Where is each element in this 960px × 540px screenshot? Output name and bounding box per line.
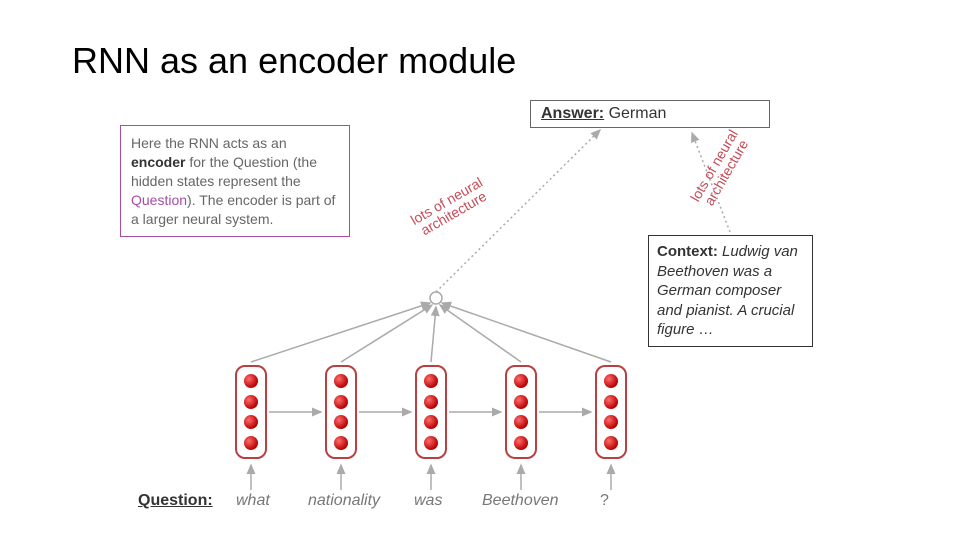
answer-text: German bbox=[609, 105, 667, 122]
hidden-unit bbox=[244, 374, 258, 388]
rnn-cell-4 bbox=[505, 365, 537, 459]
hidden-unit bbox=[334, 374, 348, 388]
hidden-unit bbox=[334, 436, 348, 450]
gather-node bbox=[430, 292, 442, 304]
token-what: what bbox=[236, 492, 270, 510]
token-nationality: nationality bbox=[308, 492, 380, 510]
arrow-up-4 bbox=[440, 305, 521, 362]
hidden-unit bbox=[424, 436, 438, 450]
arrow-up-3 bbox=[431, 307, 436, 362]
question-label: Question: bbox=[138, 492, 213, 510]
hidden-unit bbox=[244, 415, 258, 429]
hidden-unit bbox=[514, 415, 528, 429]
hidden-unit bbox=[514, 374, 528, 388]
arrow-up-2 bbox=[341, 305, 432, 362]
hidden-unit bbox=[424, 395, 438, 409]
hidden-unit bbox=[334, 415, 348, 429]
hidden-unit bbox=[244, 395, 258, 409]
desc-text-1: Here the RNN acts as an bbox=[131, 135, 287, 151]
token-was: was bbox=[414, 492, 442, 510]
arrow-up-1 bbox=[251, 303, 430, 362]
hidden-unit bbox=[424, 415, 438, 429]
rnn-cell-5 bbox=[595, 365, 627, 459]
context-label: Context: bbox=[657, 243, 718, 260]
page-title: RNN as an encoder module bbox=[72, 40, 516, 82]
hidden-unit bbox=[604, 415, 618, 429]
arrow-up-5 bbox=[442, 303, 611, 362]
rnn-cell-2 bbox=[325, 365, 357, 459]
desc-purple-question: Question bbox=[131, 192, 187, 208]
hidden-unit bbox=[424, 374, 438, 388]
hidden-unit bbox=[514, 436, 528, 450]
rnn-cell-1 bbox=[235, 365, 267, 459]
hidden-unit bbox=[334, 395, 348, 409]
hidden-unit bbox=[604, 436, 618, 450]
neural-architecture-label-left: lots of neuralarchitecture bbox=[391, 165, 509, 249]
desc-bold-encoder: encoder bbox=[131, 154, 185, 170]
hidden-unit bbox=[604, 395, 618, 409]
hidden-unit bbox=[244, 436, 258, 450]
token-beethoven: Beethoven bbox=[482, 492, 559, 510]
rnn-cell-3 bbox=[415, 365, 447, 459]
hidden-unit bbox=[514, 395, 528, 409]
hidden-unit bbox=[604, 374, 618, 388]
description-box: Here the RNN acts as an encoder for the … bbox=[120, 125, 350, 237]
answer-label: Answer: bbox=[541, 105, 604, 122]
context-box: Context: Ludwig van Beethoven was a Germ… bbox=[648, 235, 813, 347]
token-qmark: ? bbox=[600, 492, 609, 510]
